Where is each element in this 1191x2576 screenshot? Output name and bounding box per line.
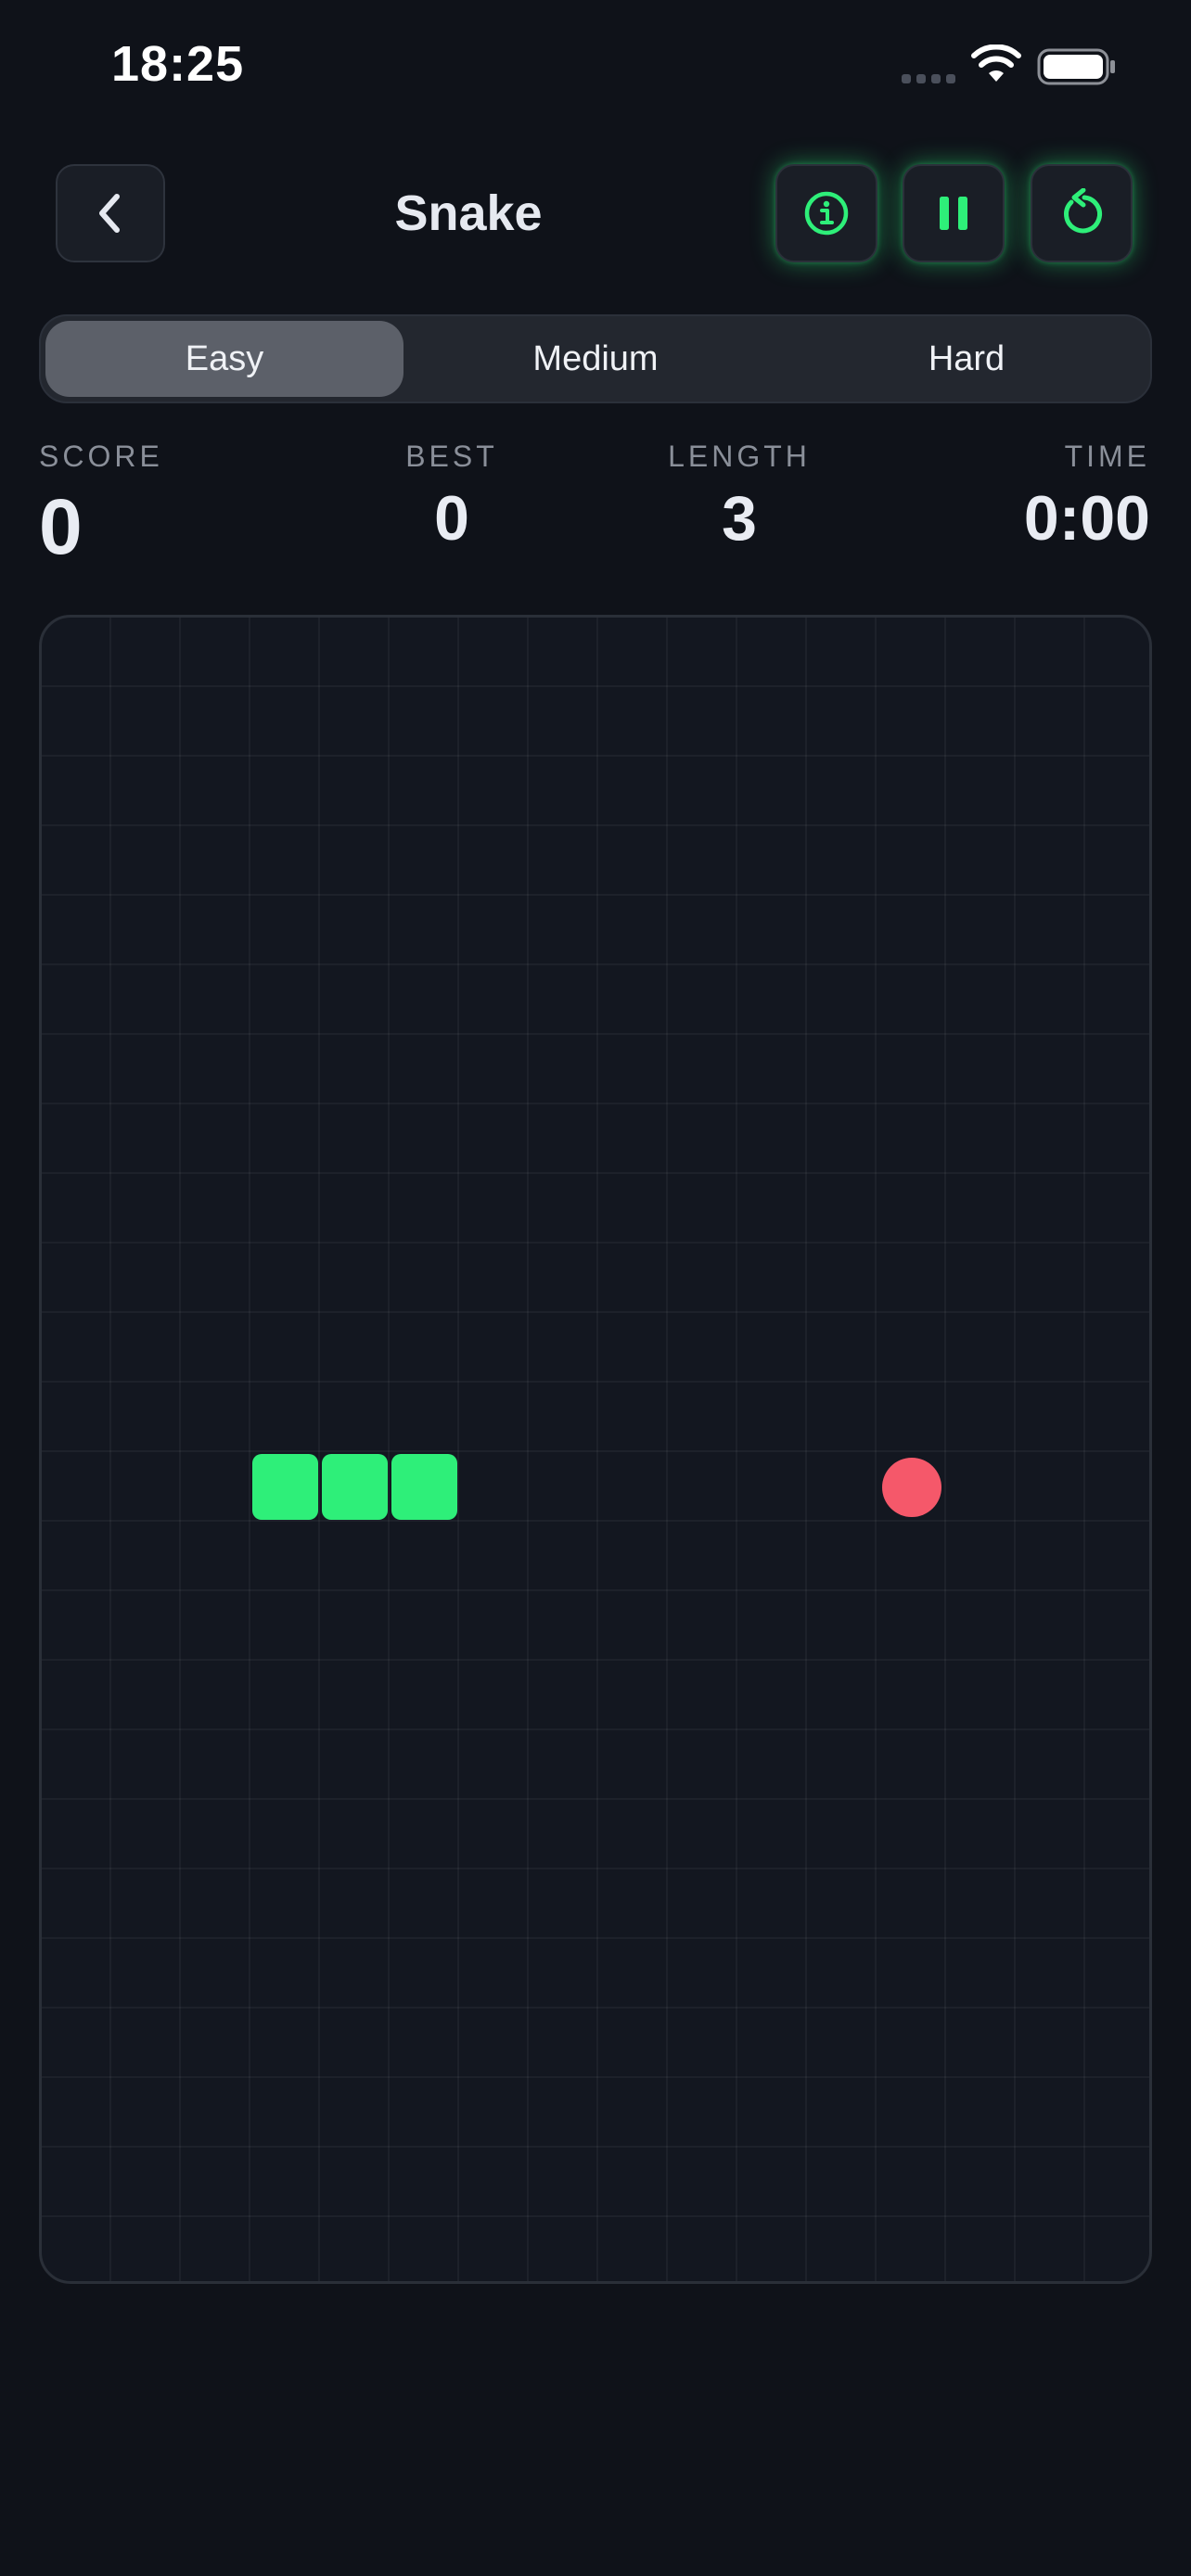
difficulty-medium[interactable]: Medium [416, 321, 775, 397]
back-button[interactable] [56, 164, 165, 262]
length-label: LENGTH [668, 440, 811, 473]
restart-arrow-icon [1064, 188, 1102, 234]
wifi-icon [971, 45, 1021, 82]
time-value: 0:00 [1023, 483, 1150, 554]
score-label: SCORE [39, 440, 163, 473]
score-value: 0 [39, 483, 83, 570]
info-circle-icon [804, 191, 849, 236]
pause-icon [940, 197, 967, 230]
difficulty-selector: Easy Medium Hard [39, 314, 1152, 403]
page-title: Snake [394, 185, 543, 241]
best-value: 0 [434, 483, 469, 554]
time-label: TIME [1064, 440, 1150, 473]
length-value: 3 [722, 483, 757, 554]
restart-button[interactable] [1031, 164, 1133, 262]
game-board[interactable] [39, 615, 1152, 2284]
status-bar: 18:25 [0, 0, 1191, 139]
difficulty-hard[interactable]: Hard [788, 321, 1146, 397]
battery-full-icon [1037, 48, 1115, 85]
food-apple [881, 1457, 941, 1517]
info-button[interactable] [775, 164, 877, 262]
snake-segment [252, 1454, 318, 1520]
best-label: BEST [405, 440, 498, 473]
snake-segment [322, 1454, 388, 1520]
difficulty-easy[interactable]: Easy [45, 321, 403, 397]
pause-button[interactable] [903, 164, 1005, 262]
chevron-left-icon [99, 194, 120, 233]
status-time: 18:25 [111, 36, 245, 92]
snake-head [391, 1454, 457, 1520]
cellular-dots-icon [902, 74, 955, 83]
